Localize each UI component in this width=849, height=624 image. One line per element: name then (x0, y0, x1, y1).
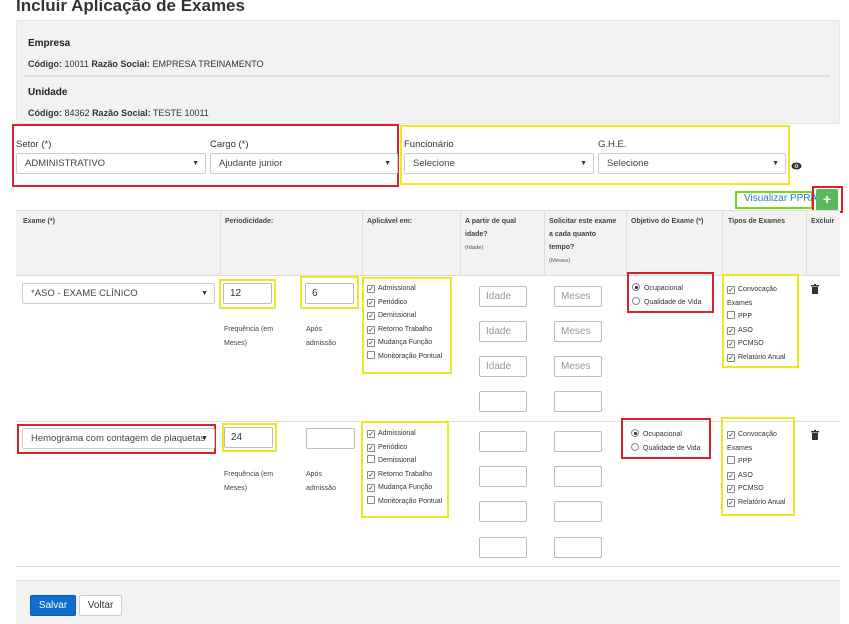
meses-input[interactable] (554, 431, 602, 452)
caret-down-icon: ▼ (201, 290, 208, 297)
checkbox-demissional[interactable]: ✓ Demissional (367, 309, 442, 323)
tipos-list: ✓ Convocação Exames PPP ✓ ASO ✓ PCMSO ✓ Rela… (727, 428, 785, 509)
eye-icon[interactable] (791, 157, 802, 170)
meses-input[interactable]: Meses (554, 321, 602, 342)
checkbox-monitoracao-pontual[interactable]: Monitoração Pontual (367, 350, 442, 364)
header-tipos: Tipos de Exames (728, 218, 786, 225)
apos-admissao-input[interactable] (306, 428, 355, 449)
setor-select[interactable]: ADMINISTRATIVO ▼ (16, 153, 206, 174)
idade-input[interactable]: Idade (479, 286, 527, 307)
radio-qualidade-de-vida[interactable]: Qualidade de Vida (631, 442, 700, 456)
checkbox-relatorio-anual[interactable]: ✓ Relatório Anual (727, 496, 785, 510)
page-title: Incluir Aplicação de Exames (16, 0, 245, 15)
header-exame: Exame (*) (23, 218, 55, 225)
checkbox-ppp[interactable]: PPP (727, 310, 785, 324)
checkbox-aso[interactable]: ✓ ASO (727, 469, 785, 483)
exame-select[interactable]: Hemograma com contagem de plaquetas ▼ (22, 428, 215, 449)
checkbox-admissional[interactable]: ✓ Admissional (367, 427, 442, 441)
checkbox-admissional[interactable]: ✓ Admissional (367, 282, 442, 296)
checkbox-retorno-trabalho[interactable]: ✓ Retorno Trabalho (367, 323, 442, 337)
idade-input[interactable] (479, 391, 527, 412)
header-excluir: Excluir (811, 218, 835, 225)
frequencia-input[interactable]: 12 (223, 283, 272, 304)
form-footer (16, 580, 840, 624)
ghe-select[interactable]: Selecione ▼ (598, 153, 786, 174)
aplicavel-list: ✓ Admissional ✓ Periódico ✓ Demissional ✓ Re… (367, 282, 442, 363)
checkbox-label-exames: Exames (727, 299, 753, 307)
frequencia-label: Frequência (em Meses) (224, 471, 274, 492)
caret-down-icon: ▼ (772, 160, 779, 167)
idade-input[interactable] (479, 537, 527, 558)
checkbox-pcmso[interactable]: ✓ PCMSO (727, 337, 785, 351)
objetivo-group: Ocupacional Qualidade de Vida (632, 282, 701, 309)
caret-down-icon: ▼ (580, 160, 587, 167)
frequencia-label: Frequência (em Meses) (224, 326, 274, 347)
caret-down-icon: ▼ (201, 435, 208, 442)
meses-input[interactable] (554, 501, 602, 522)
header-idade: A partir de qual idade? (Idade) (465, 218, 517, 251)
funcionario-select[interactable]: Selecione ▼ (404, 153, 594, 174)
ghe-label: G.H.E. (598, 139, 627, 150)
meses-input[interactable] (554, 537, 602, 558)
checkbox-pcmso[interactable]: ✓ PCMSO (727, 482, 785, 496)
idade-input[interactable]: Idade (479, 356, 527, 377)
radio-ocupacional[interactable]: Ocupacional (631, 428, 700, 442)
idade-input[interactable]: Idade (479, 321, 527, 342)
table-header (16, 210, 840, 276)
header-objetivo: Objetivo do Exame (*) (631, 218, 704, 225)
idade-input[interactable] (479, 501, 527, 522)
checkbox-ppp[interactable]: PPP (727, 455, 785, 469)
empresa-heading: Empresa (28, 38, 71, 49)
checkbox-monitoracao-pontual[interactable]: Monitoração Pontual (367, 495, 442, 509)
add-exam-button[interactable]: + (816, 189, 838, 211)
caret-down-icon: ▼ (192, 160, 199, 167)
funcionario-label: Funcionário (404, 139, 454, 150)
cargo-label: Cargo (*) (210, 139, 249, 150)
checkbox-periodico[interactable]: ✓ Periódico (367, 441, 442, 455)
header-solicitar: Solicitar este exame a cada quanto tempo?(… (549, 218, 617, 264)
checkbox-mudanca-funcao[interactable]: ✓ Mudança Função (367, 336, 442, 350)
radio-ocupacional[interactable]: Ocupacional (632, 282, 701, 296)
radio-qualidade-de-vida[interactable]: Qualidade de Vida (632, 296, 701, 310)
header-periodicidade: Periodicidade: (225, 218, 274, 225)
cargo-select[interactable]: Ajudante junior ▼ (210, 153, 398, 174)
meses-input[interactable] (554, 391, 602, 412)
meses-input[interactable]: Meses (554, 356, 602, 377)
unidade-info: Código: 84362 Razão Social: TESTE 10011 (28, 108, 209, 118)
apos-admissao-label: Após admissão (306, 471, 336, 492)
checkbox-convocacao-exames[interactable]: ✓ Convocação (727, 283, 785, 297)
apos-admissao-input[interactable]: 6 (305, 283, 354, 304)
caret-down-icon: ▼ (384, 160, 391, 167)
trash-icon[interactable] (811, 430, 819, 443)
empresa-info: Código: 10011 Razão Social: EMPRESA TREI… (28, 59, 264, 69)
checkbox-retorno-trabalho[interactable]: ✓ Retorno Trabalho (367, 468, 442, 482)
checkbox-demissional[interactable]: Demissional (367, 454, 442, 468)
apos-admissao-label: Após admissão (306, 326, 336, 347)
checkbox-mudanca-funcao[interactable]: ✓ Mudança Função (367, 481, 442, 495)
checkbox-aso[interactable]: ✓ ASO (727, 324, 785, 338)
idade-input[interactable] (479, 466, 527, 487)
meses-input[interactable] (554, 466, 602, 487)
checkbox-relatorio-anual[interactable]: ✓ Relatório Anual (727, 351, 785, 365)
tipos-list: ✓ Convocação Exames PPP ✓ ASO ✓ PCMSO ✓ Rela… (727, 283, 785, 364)
meses-input[interactable]: Meses (554, 286, 602, 307)
header-aplicavel: Aplicável em: (367, 218, 413, 225)
frequencia-input[interactable]: 24 (224, 427, 273, 448)
visualizar-ppra-link[interactable]: Visualizar PPRA (744, 193, 817, 204)
checkbox-convocacao-exames[interactable]: ✓ Convocação (727, 428, 785, 442)
salvar-button[interactable]: Salvar (30, 595, 76, 616)
checkbox-label-exames: Exames (727, 444, 753, 452)
voltar-button[interactable]: Voltar (79, 595, 122, 616)
setor-label: Setor (*) (16, 139, 52, 150)
idade-input[interactable] (479, 431, 527, 452)
trash-icon[interactable] (811, 284, 819, 297)
unidade-heading: Unidade (28, 87, 68, 98)
exame-select[interactable]: *ASO - EXAME CLÍNICO ▼ (22, 283, 215, 304)
checkbox-periodico[interactable]: ✓ Periódico (367, 296, 442, 310)
aplicavel-list: ✓ Admissional ✓ Periódico Demissional ✓ Ret… (367, 427, 442, 508)
objetivo-group: Ocupacional Qualidade de Vida (631, 428, 700, 455)
panel-divider (24, 75, 830, 77)
